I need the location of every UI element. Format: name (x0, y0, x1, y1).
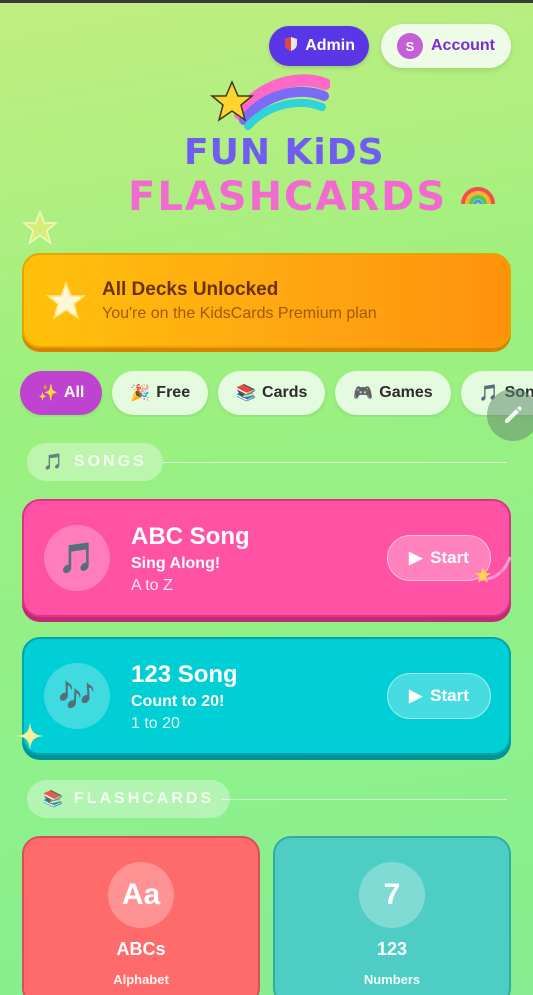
account-button[interactable]: S Account (381, 24, 511, 68)
logo-line-1: FUN KiDS (184, 132, 385, 173)
song-meta: 1 to 20 (131, 715, 180, 732)
books-icon: 📚 (43, 791, 66, 808)
star-icon (46, 281, 86, 320)
song-card-abc[interactable]: 🎵 ABC Song Sing Along! A to Z ▶ Start (22, 499, 512, 617)
play-icon: ▶ (409, 686, 423, 705)
filter-chip-free[interactable]: 🎉 Free (112, 371, 209, 415)
flashcard-deck-abcs[interactable]: Aa ABCs Alphabet (22, 836, 260, 995)
section-header-flashcards: 📚 FLASHCARDS (27, 780, 507, 820)
filter-label: Free (156, 384, 191, 401)
music-note-icon: 🎵 (44, 525, 110, 591)
sparkles-icon: ✨ (38, 385, 58, 402)
status-bar-edge (0, 0, 533, 3)
section-divider (222, 799, 507, 800)
game-controller-icon: 🎮 (353, 385, 374, 402)
avatar: S (397, 33, 423, 59)
flashcard-deck-numbers[interactable]: 7 123 Numbers (273, 836, 511, 995)
deck-badge: 7 (359, 862, 425, 928)
start-label: Start (430, 548, 469, 567)
shooting-star-icon (475, 556, 512, 583)
filter-label: Cards (262, 384, 308, 401)
play-icon: ▶ (409, 548, 423, 567)
song-meta: A to Z (131, 577, 173, 594)
filter-chip-cards[interactable]: 📚 Cards (218, 371, 326, 415)
logo-line-2: FLASHCARDS (128, 174, 448, 220)
section-divider (163, 462, 507, 463)
deck-subtitle: Numbers (363, 972, 421, 987)
premium-subtitle: You're on the KidsCards Premium plan (102, 305, 377, 322)
app-logo: FUN KiDS FLASHCARDS (120, 74, 445, 234)
books-icon: 📚 (236, 385, 257, 402)
song-card-123[interactable]: 🎶 123 Song Count to 20! 1 to 20 ▶ Start (22, 637, 511, 755)
party-popper-icon: 🎉 (130, 385, 151, 402)
deck-title: ABCs (116, 939, 166, 959)
song-title: 123 Song (131, 661, 238, 688)
music-notes-icon: 🎶 (44, 663, 110, 729)
filter-chip-all[interactable]: ✨ All (20, 371, 103, 415)
start-button[interactable]: ▶ Start (387, 673, 491, 719)
deck-badge: Aa (108, 862, 174, 928)
section-pill: 📚 FLASHCARDS (27, 780, 231, 818)
shooting-star-rainbow-icon (210, 74, 330, 130)
song-subtitle: Count to 20! (131, 693, 225, 710)
start-label: Start (430, 686, 469, 705)
top-actions: Admin S Account (269, 24, 511, 68)
section-title: SONGS (73, 453, 147, 470)
admin-label: Admin (305, 37, 355, 54)
section-title: FLASHCARDS (73, 790, 215, 807)
filter-chip-games[interactable]: 🎮 Games (335, 371, 451, 415)
music-note-icon: 🎵 (43, 454, 66, 471)
sparkle-icon (16, 722, 44, 750)
rainbow-icon (461, 187, 495, 205)
admin-button[interactable]: Admin (269, 26, 369, 66)
section-pill: 🎵 SONGS (27, 443, 163, 481)
account-label: Account (431, 37, 495, 54)
deck-subtitle: Alphabet (113, 972, 169, 987)
star-decoration-icon (22, 210, 58, 245)
pencil-icon (505, 406, 522, 423)
song-title: ABC Song (131, 523, 250, 550)
deck-title: 123 (376, 939, 408, 959)
filter-chips: ✨ All 🎉 Free 📚 Cards 🎮 Games 🎵 Songs (20, 371, 533, 417)
shield-icon (283, 36, 299, 57)
song-subtitle: Sing Along! (131, 555, 221, 572)
filter-label: All (63, 384, 85, 401)
premium-banner: All Decks Unlocked You're on the KidsCar… (22, 253, 511, 348)
edit-fab[interactable] (487, 389, 533, 441)
section-header-songs: 🎵 SONGS (27, 443, 507, 483)
premium-title: All Decks Unlocked (102, 279, 279, 300)
filter-label: Games (379, 384, 433, 401)
